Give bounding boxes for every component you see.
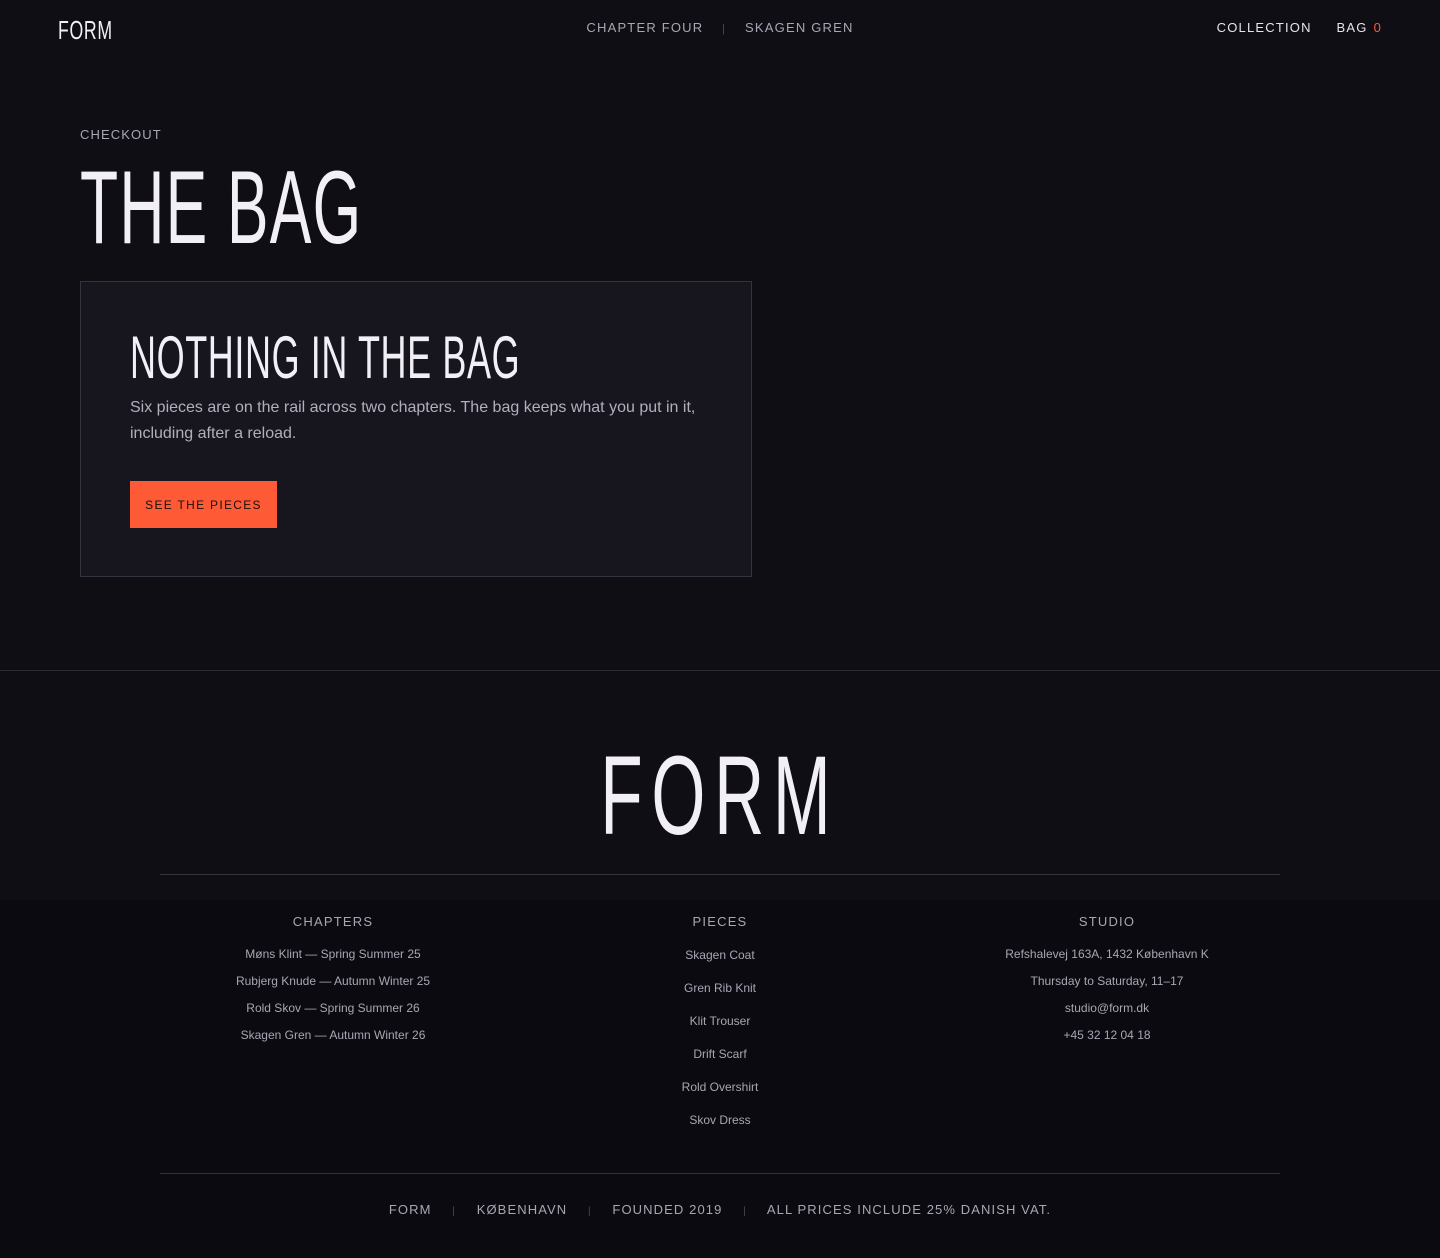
bottom-founded: FOUNDED 2019	[612, 1202, 723, 1217]
footer-logo-text: FORM	[600, 733, 840, 858]
studio-address: Refshalevej 163A, 1432 København K	[1005, 947, 1209, 961]
studio-heading: STUDIO	[1078, 914, 1136, 929]
empty-bag-text: Six pieces are on the rail across two ch…	[130, 399, 696, 442]
bag-count-badge: 0	[1373, 20, 1382, 35]
piece-link[interactable]: Gren Rib Knit	[547, 972, 893, 1005]
bottom-vat-note: ALL PRICES INCLUDE 25% DANISH VAT.	[766, 1202, 1052, 1217]
bottom-separator: |	[743, 1206, 747, 1217]
footer-column-chapters: CHAPTERS Møns Klint — Spring Summer 25 R…	[160, 914, 506, 1049]
footer-divider	[0, 670, 1440, 671]
nav-separator: |	[722, 23, 727, 35]
bottom-brand: FORM	[388, 1202, 432, 1217]
top-bar: FORM CHAPTER FOUR | SKAGEN GREN COLLECTI…	[0, 0, 1440, 56]
bag-label: BAG	[1336, 20, 1368, 35]
studio-hours: Thursday to Saturday, 11–17	[1030, 974, 1184, 988]
pieces-heading: PIECES	[692, 914, 748, 929]
nav-skagen-gren[interactable]: SKAGEN GREN	[745, 20, 854, 35]
footer-bottom-bar: FORM | KØBENHAVN | FOUNDED 2019 | ALL PR…	[0, 1202, 1440, 1217]
bag-link[interactable]: BAG 0	[1337, 20, 1383, 35]
studio-email-link[interactable]: studio@form.dk	[934, 995, 1280, 1022]
nav-chapter-four[interactable]: CHAPTER FOUR	[586, 20, 703, 35]
footer-logo: FORM	[0, 740, 1440, 852]
piece-link[interactable]: Skagen Coat	[547, 939, 893, 972]
footer-rule-bottom	[160, 1173, 1280, 1174]
page-eyebrow: CHECKOUT	[80, 127, 162, 142]
footer-rule-top	[160, 874, 1280, 875]
footer-column-pieces: PIECES Skagen Coat Gren Rib Knit Klit Tr…	[547, 914, 893, 1137]
chapters-heading: CHAPTERS	[292, 914, 374, 929]
empty-bag-title: NOTHING IN THE BAG	[130, 324, 521, 391]
piece-link[interactable]: Rold Overshirt	[547, 1071, 893, 1104]
collection-link[interactable]: COLLECTION	[1217, 20, 1312, 35]
page-title: THE BAG	[80, 150, 363, 266]
chapter-link[interactable]: Møns Klint — Spring Summer 25	[160, 941, 506, 968]
header-actions: COLLECTION BAG 0	[1197, 20, 1382, 35]
studio-phone-link[interactable]: +45 32 12 04 18	[934, 1022, 1280, 1049]
bottom-separator: |	[452, 1206, 456, 1217]
footer-column-studio: STUDIO Refshalevej 163A, 1432 København …	[934, 914, 1280, 1049]
chapter-link[interactable]: Skagen Gren — Autumn Winter 26	[160, 1022, 506, 1049]
see-pieces-button[interactable]: SEE THE PIECES	[130, 481, 277, 528]
chapter-link[interactable]: Rubjerg Knude — Autumn Winter 25	[160, 968, 506, 995]
piece-link[interactable]: Drift Scarf	[547, 1038, 893, 1071]
bottom-separator: |	[588, 1206, 592, 1217]
piece-link[interactable]: Skov Dress	[547, 1104, 893, 1137]
piece-link[interactable]: Klit Trouser	[547, 1005, 893, 1038]
bottom-city: KØBENHAVN	[476, 1202, 568, 1217]
empty-bag-card: NOTHING IN THE BAG Six pieces are on the…	[80, 281, 752, 577]
chapter-link[interactable]: Rold Skov — Spring Summer 26	[160, 995, 506, 1022]
